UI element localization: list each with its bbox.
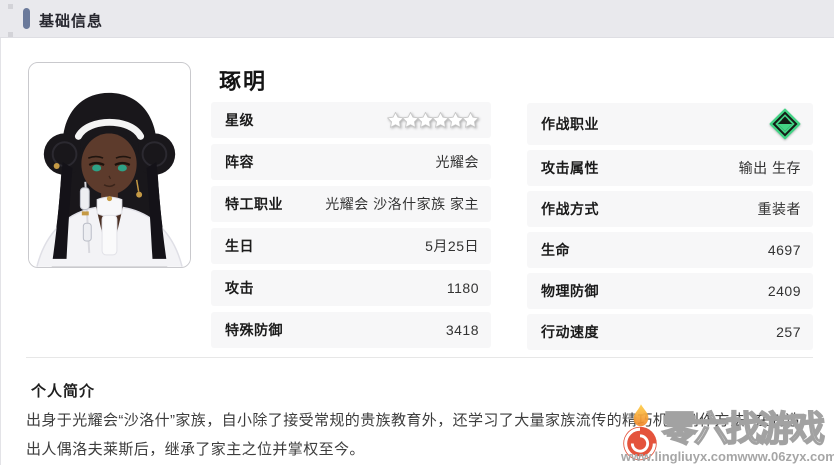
info-row-agent-occupation: 特工职业 光耀会 沙洛什家族 家主 — [211, 186, 491, 222]
info-row-value: 257 — [776, 324, 801, 340]
info-row-speed: 行动速度 257 — [527, 314, 813, 350]
profile-heading: 个人简介 — [31, 383, 96, 400]
info-row-attack: 攻击 1180 — [211, 270, 491, 306]
info-row-value: 输出 生存 — [738, 160, 801, 176]
guard-class-diamond-icon — [769, 108, 801, 140]
info-row-label: 生日 — [225, 238, 254, 254]
info-row-label: 特工职业 — [225, 196, 283, 212]
info-row-value: 重装者 — [757, 201, 801, 217]
info-row-label: 作战方式 — [541, 201, 599, 217]
page: 基础信息 琢明 星级 阵容 光耀会 特工职业 光耀会 沙洛什家族 家主 生日 5… — [0, 0, 834, 465]
info-row-value: 3418 — [445, 322, 479, 338]
header-accent-bar — [23, 8, 30, 29]
section-divider — [26, 357, 813, 358]
profile-text: 出身于光耀会“沙洛什”家族，自小除了接受常规的贵族教育外，还学习了大量家族流传的… — [26, 412, 801, 458]
info-row-value: 4697 — [767, 242, 801, 258]
info-row-label: 阵容 — [225, 154, 254, 170]
info-row-special-defense: 特殊防御 3418 — [211, 312, 491, 348]
basic-info-table-right: 作战职业 攻击属性 输出 生存 作战方式 重装者 生命 4697 物理防御 24… — [527, 103, 813, 350]
info-row-value: 5月25日 — [425, 238, 479, 254]
decorative-square — [8, 4, 13, 9]
info-row-value: 光耀会 沙洛什家族 家主 — [325, 196, 479, 212]
character-portrait — [28, 62, 191, 268]
info-row-hp: 生命 4697 — [527, 232, 813, 268]
star-rating — [387, 112, 479, 128]
info-row-star-rating: 星级 — [211, 102, 491, 138]
info-row-birthday: 生日 5月25日 — [211, 228, 491, 264]
info-row-label: 攻击 — [225, 280, 254, 296]
info-row-label: 行动速度 — [541, 324, 599, 340]
info-row-value: 光耀会 — [435, 154, 479, 170]
info-row-label: 物理防御 — [541, 283, 599, 299]
info-row-attack-attribute: 攻击属性 输出 生存 — [527, 150, 813, 186]
character-portrait-image — [29, 63, 190, 267]
section-title: 基础信息 — [39, 13, 104, 30]
info-row-label: 星级 — [225, 112, 254, 128]
info-row-physical-defense: 物理防御 2409 — [527, 273, 813, 309]
star-icon — [462, 112, 479, 128]
info-row-label: 生命 — [541, 242, 570, 258]
info-row-combat-class: 作战职业 — [527, 103, 813, 145]
info-row-faction: 阵容 光耀会 — [211, 144, 491, 180]
info-row-label: 攻击属性 — [541, 160, 599, 176]
content-area: 琢明 星级 阵容 光耀会 特工职业 光耀会 沙洛什家族 家主 生日 5月25日 … — [0, 38, 834, 465]
info-row-value: 1180 — [446, 280, 479, 296]
info-row-label: 特殊防御 — [225, 322, 283, 338]
info-row-combat-style: 作战方式 重装者 — [527, 191, 813, 227]
section-header: 基础信息 — [0, 0, 834, 38]
character-name: 琢明 — [219, 69, 268, 94]
info-row-value: 2409 — [767, 283, 801, 299]
info-row-label: 作战职业 — [541, 116, 599, 132]
decorative-square — [8, 32, 13, 37]
basic-info-table-left: 星级 阵容 光耀会 特工职业 光耀会 沙洛什家族 家主 生日 5月25日 攻击 … — [211, 102, 491, 348]
